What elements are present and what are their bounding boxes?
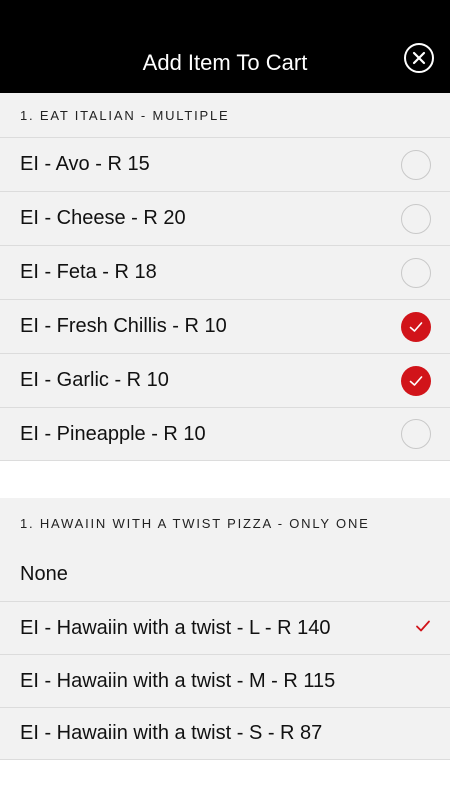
section-header: 1. EAT ITALIAN - MULTIPLE: [20, 107, 230, 123]
option-row-fresh-chillis[interactable]: EI - Fresh Chillis - R 10: [0, 299, 450, 353]
option-row-hawaiin-small[interactable]: EI - Hawaiin with a twist - S - R 87: [0, 707, 450, 760]
unchecked-circle-icon[interactable]: [401, 419, 431, 449]
checked-circle-icon[interactable]: [401, 365, 431, 396]
option-row-none[interactable]: None: [0, 548, 450, 601]
option-label: EI - Hawaiin with a twist - S - R 87: [20, 722, 323, 744]
unchecked-circle-icon[interactable]: [401, 257, 431, 288]
page-title: Add Item To Cart: [142, 49, 308, 75]
option-label: EI - Cheese - R 20: [20, 207, 186, 229]
option-label: EI - Pineapple - R 10: [20, 422, 206, 445]
option-row-pineapple[interactable]: EI - Pineapple - R 10: [0, 407, 450, 461]
option-label: EI - Fresh Chillis - R 10: [20, 315, 227, 337]
close-button[interactable]: [404, 43, 434, 73]
option-row-feta[interactable]: EI - Feta - R 18: [0, 245, 450, 299]
section-spacer: [0, 461, 450, 498]
hawaiin-section: 1. HAWAIIN WITH A TWIST PIZZA - ONLY ONE…: [0, 498, 450, 760]
checkmark-icon: [415, 617, 431, 640]
unchecked-circle-icon[interactable]: [401, 149, 431, 180]
option-label: None: [20, 563, 68, 585]
header-bar: Add Item To Cart: [0, 0, 450, 93]
section-header: 1. HAWAIIN WITH A TWIST PIZZA - ONLY ONE: [20, 515, 370, 531]
checked-circle-icon[interactable]: [401, 311, 431, 342]
option-row-hawaiin-large[interactable]: EI - Hawaiin with a twist - L - R 140: [0, 601, 450, 654]
option-row-hawaiin-medium[interactable]: EI - Hawaiin with a twist - M - R 115: [0, 654, 450, 707]
option-label: EI - Hawaiin with a twist - M - R 115: [20, 669, 336, 692]
option-label: EI - Avo - R 15: [20, 153, 150, 175]
option-row-cheese[interactable]: EI - Cheese - R 20: [0, 191, 450, 245]
option-row-garlic[interactable]: EI - Garlic - R 10: [0, 353, 450, 407]
close-icon: [412, 51, 426, 65]
option-label: EI - Feta - R 18: [20, 261, 157, 283]
eat-italian-section: 1. EAT ITALIAN - MULTIPLE EI - Avo - R 1…: [0, 93, 450, 461]
option-row-avo[interactable]: EI - Avo - R 15: [0, 137, 450, 191]
option-label: EI - Garlic - R 10: [20, 369, 169, 391]
option-label: EI - Hawaiin with a twist - L - R 140: [20, 616, 331, 639]
unchecked-circle-icon[interactable]: [401, 203, 431, 234]
